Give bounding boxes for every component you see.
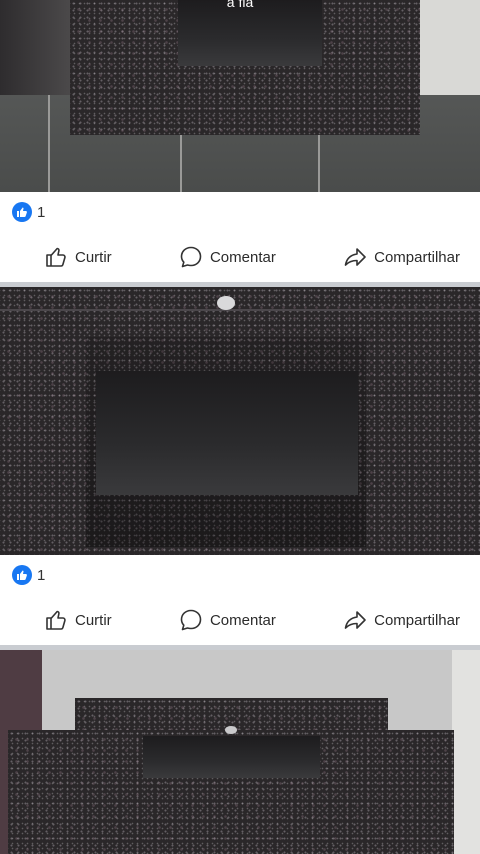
like-label: Curtir [75,248,112,266]
comment-bubble-icon [180,246,202,268]
post-photo-2[interactable] [0,287,480,555]
photo-faucet-hole [217,296,235,310]
post-actions: Curtir Comentar Compartilhar [0,229,480,285]
like-count: 1 [37,203,46,221]
comment-button[interactable]: Comentar [179,245,276,269]
like-badge-icon [12,565,32,585]
like-button[interactable]: Curtir [44,245,112,269]
photo-wall-right [452,650,480,854]
post-photo-3[interactable] [0,650,480,854]
share-label: Compartilhar [374,248,460,266]
feed: a fia 1 Curtir Comentar Compartilhar 1 C… [0,0,480,854]
photo-backsplash-edge [0,309,480,311]
post-actions: Curtir Comentar Compartilhar [0,592,480,648]
comment-label: Comentar [209,248,276,266]
photo-wall-right [410,0,480,95]
share-label: Compartilhar [374,611,460,629]
reactions-summary[interactable]: 1 [12,201,45,223]
comment-button[interactable]: Comentar [179,608,276,632]
photo-counter [70,0,420,135]
share-button[interactable]: Compartilhar [343,608,460,632]
reactions-summary[interactable]: 1 [12,564,45,586]
comment-label: Comentar [209,611,276,629]
thumbs-up-icon [46,610,66,630]
photo-basin [143,736,320,778]
post-photo-1[interactable]: a fia [0,0,480,192]
share-arrow-icon [344,248,366,266]
comment-bubble-icon [180,609,202,631]
share-arrow-icon [344,611,366,629]
thumbs-up-icon [46,247,66,267]
photo-caption: a fia [226,0,254,10]
share-button[interactable]: Compartilhar [343,245,460,269]
like-label: Curtir [75,611,112,629]
like-badge-icon [12,202,32,222]
photo-faucet-hole [225,726,237,734]
like-button[interactable]: Curtir [44,608,112,632]
photo-basin [96,371,358,495]
like-count: 1 [37,566,46,584]
